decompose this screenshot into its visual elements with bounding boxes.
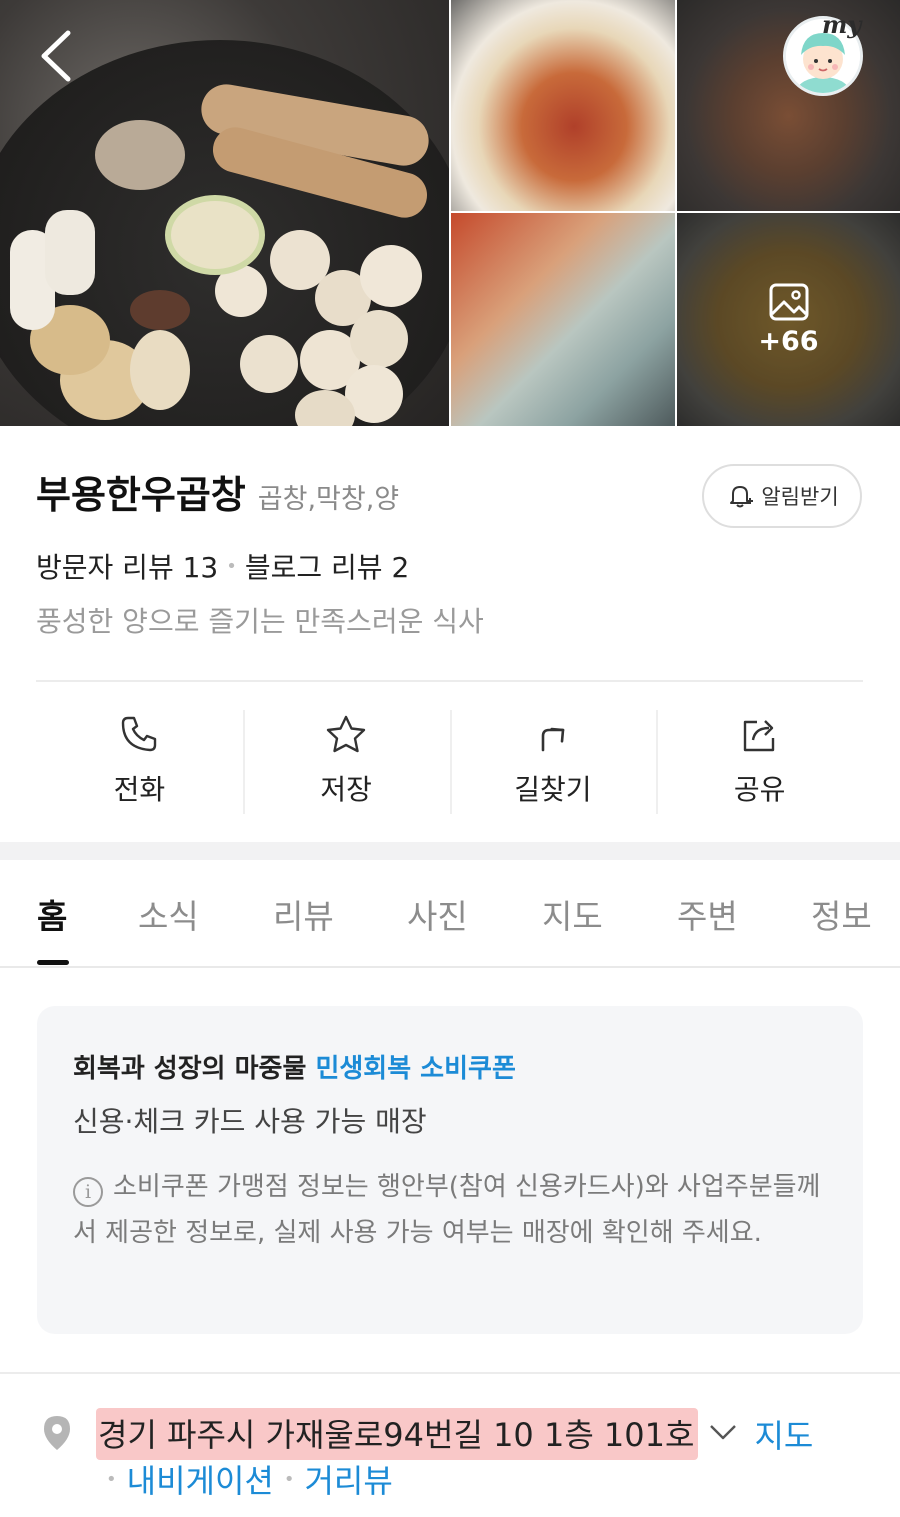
- divider: [0, 1372, 900, 1374]
- back-button[interactable]: [30, 26, 80, 86]
- coupon-note: i 소비쿠폰 가맹점 정보는 행안부(참여 신용카드사)와 사업주분들께서 제공한…: [73, 1164, 843, 1256]
- street-view-link[interactable]: 거리뷰: [304, 1456, 392, 1502]
- photo-thumbnail-3[interactable]: [451, 213, 675, 426]
- tab-nearby[interactable]: 주변: [677, 890, 738, 938]
- photo-thumbnail-2[interactable]: [677, 0, 900, 211]
- save-label: 저장: [320, 773, 372, 806]
- photo-thumbnail-1[interactable]: [451, 0, 675, 211]
- share-label: 공유: [733, 773, 786, 806]
- coupon-subtitle: 신용·체크 카드 사용 가능 매장: [73, 1105, 427, 1138]
- location-pin-icon: [40, 1414, 74, 1456]
- tab-bar: 홈 소식 리뷰 사진 지도 주변 정보: [0, 860, 900, 968]
- address-text: 경기 파주시 가재울로94번길 10 1층 101호: [96, 1408, 699, 1460]
- visitor-review-link[interactable]: 방문자 리뷰 13: [36, 546, 218, 586]
- bell-plus-icon: [730, 486, 754, 508]
- notify-button[interactable]: 알림받기: [702, 464, 862, 528]
- divider: [36, 680, 863, 682]
- blog-review-link[interactable]: 블로그 리뷰 2: [245, 546, 409, 586]
- share-button[interactable]: 공유: [656, 708, 863, 816]
- navigation-link[interactable]: 내비게이션: [127, 1456, 274, 1502]
- place-name: 부용한우곱창: [36, 473, 246, 517]
- image-icon: [769, 283, 808, 321]
- review-summary: 방문자 리뷰 13 • 블로그 리뷰 2: [36, 546, 409, 586]
- notify-label: 알림받기: [761, 485, 839, 509]
- coupon-title-highlight: 민생회복 소비쿠폰: [315, 1054, 516, 1084]
- call-button[interactable]: 전화: [36, 708, 243, 816]
- more-photos-count: +66: [758, 326, 819, 357]
- coupon-title-prefix: 회복과 성장의 마중물: [73, 1054, 307, 1084]
- more-photos-button[interactable]: +66: [677, 213, 900, 426]
- place-category: 곱창,막창,양: [257, 484, 400, 515]
- active-tab-indicator: [37, 960, 69, 965]
- address-links: • 내비게이션 • 거리뷰: [96, 1456, 393, 1502]
- photo-gallery: my +66: [0, 0, 900, 426]
- place-tagline: 풍성한 양으로 즐기는 만족스러운 식사: [36, 605, 484, 638]
- save-button[interactable]: 저장: [242, 708, 450, 816]
- map-link[interactable]: 지도: [754, 1411, 813, 1457]
- info-icon: i: [73, 1177, 103, 1207]
- tab-reviews[interactable]: 리뷰: [273, 890, 334, 938]
- share-icon: [743, 720, 774, 752]
- place-title-row: 부용한우곱창 곱창,막창,양: [36, 464, 399, 519]
- directions-label: 길찾기: [514, 773, 592, 806]
- back-arrow-icon: [41, 30, 71, 82]
- tab-home[interactable]: 홈: [37, 890, 67, 938]
- directions-button[interactable]: 길찾기: [449, 708, 657, 816]
- chevron-down-icon[interactable]: [708, 1422, 738, 1446]
- tab-map[interactable]: 지도: [542, 890, 603, 938]
- coupon-card: 회복과 성장의 마중물 민생회복 소비쿠폰 신용·체크 카드 사용 가능 매장 …: [37, 1006, 863, 1334]
- action-bar: 전화 저장 길찾기 공유: [36, 708, 863, 816]
- address-row: 경기 파주시 가재울로94번길 10 1층 101호 지도: [96, 1408, 813, 1460]
- star-icon: [326, 715, 366, 753]
- section-gap: [0, 842, 900, 860]
- tab-info[interactable]: 정보: [811, 890, 872, 938]
- coupon-title: 회복과 성장의 마중물 민생회복 소비쿠폰: [73, 1048, 516, 1085]
- separator-dot: •: [106, 1468, 117, 1490]
- directions-icon: [541, 727, 565, 752]
- call-label: 전화: [113, 773, 166, 806]
- separator-dot: •: [283, 1468, 295, 1490]
- separator-dot: •: [226, 555, 237, 577]
- tab-photos[interactable]: 사진: [407, 890, 468, 938]
- tab-news[interactable]: 소식: [138, 890, 199, 938]
- coupon-note-text: 소비쿠폰 가맹점 정보는 행안부(참여 신용카드사)와 사업주분들께서 제공한 …: [73, 1172, 821, 1248]
- my-badge: my: [822, 10, 862, 39]
- phone-icon: [122, 716, 157, 752]
